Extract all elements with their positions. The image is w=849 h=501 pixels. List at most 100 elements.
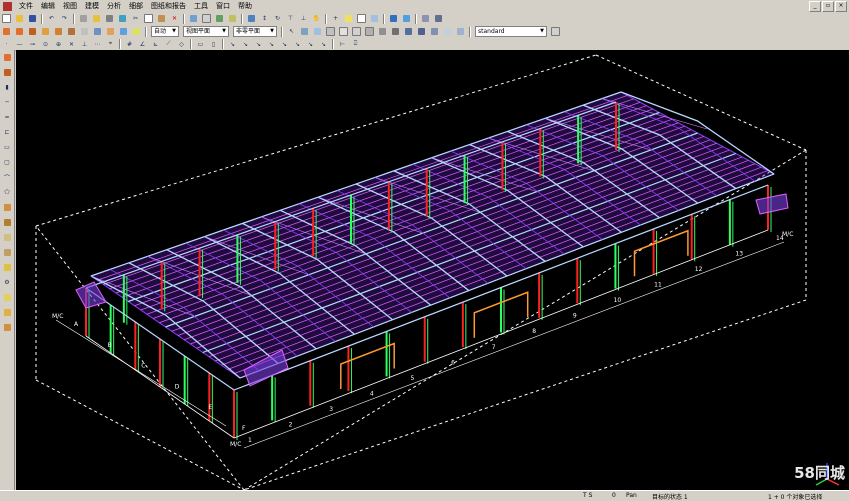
connection-icon[interactable] — [105, 26, 116, 37]
model-viewport[interactable]: A B C D E F 1 2 3 4 5 6 7 8 9 10 11 12 13 14 M/C M/C M/C — [16, 50, 849, 490]
menu-drawings-reports[interactable]: 图纸和报告 — [147, 1, 190, 11]
snap-perp-icon[interactable]: ⊥ — [79, 39, 90, 50]
snap-arrow-icon[interactable]: ↘ — [227, 39, 238, 50]
snap-geometry-icon[interactable]: ◇ — [176, 39, 187, 50]
select-all-icon[interactable]: ↖ — [286, 26, 297, 37]
menu-view[interactable]: 视图 — [59, 1, 81, 11]
snap-arrow3-icon[interactable]: ↘ — [253, 39, 264, 50]
snap-edge-icon[interactable]: ⟋ — [163, 39, 174, 50]
view-object-icon[interactable] — [1, 307, 13, 318]
snap-end-icon[interactable]: ⊸ — [27, 39, 38, 50]
select-assembly-icon[interactable] — [416, 26, 427, 37]
print-icon[interactable] — [104, 13, 115, 24]
paste-icon[interactable] — [156, 13, 167, 24]
view-clip-icon[interactable] — [1, 247, 13, 258]
menu-window[interactable]: 窗口 — [212, 1, 234, 11]
menu-analysis[interactable]: 分析 — [103, 1, 125, 11]
move-icon[interactable]: ↕ — [259, 13, 270, 24]
snap-icon[interactable]: ⊥ — [298, 13, 309, 24]
cut-icon[interactable]: ✂ — [130, 13, 141, 24]
view-wire-icon[interactable]: ▢ — [1, 157, 13, 168]
menu-detailing[interactable]: 细部 — [125, 1, 147, 11]
view-polygon-icon[interactable]: ⬠ — [1, 187, 13, 198]
select-bolt-icon[interactable] — [364, 26, 375, 37]
polybeam-icon[interactable] — [27, 26, 38, 37]
plate-icon[interactable] — [40, 26, 51, 37]
save-icon[interactable] — [27, 13, 38, 24]
numbering-icon[interactable] — [131, 26, 142, 37]
select-grid-icon[interactable] — [325, 26, 336, 37]
point-icon[interactable]: + — [330, 13, 341, 24]
view-settings-icon[interactable]: ⚙ — [1, 277, 13, 288]
view-3d-icon[interactable] — [1, 52, 13, 63]
beam-icon[interactable] — [14, 26, 25, 37]
snap-dim-icon[interactable]: ⊢ — [337, 39, 348, 50]
position-combo[interactable]: 自动 ▼ — [151, 26, 179, 37]
snap-point-icon[interactable]: · — [1, 39, 12, 50]
snap-mid-icon[interactable]: ⊕ — [53, 39, 64, 50]
view-shade-icon[interactable] — [1, 217, 13, 228]
workplane-icon[interactable] — [227, 13, 238, 24]
steel-structure-model[interactable]: ABCDEF1234567891011121314M/CM/CM/C — [16, 50, 849, 490]
bolt-icon[interactable] — [53, 26, 64, 37]
snap-arrow6-icon[interactable]: ↘ — [292, 39, 303, 50]
view-plane-combo[interactable]: 视图平面 ▼ — [183, 26, 229, 37]
view-pipe-icon[interactable]: ⊏ — [1, 127, 13, 138]
rotate-icon[interactable]: ↻ — [272, 13, 283, 24]
snap-plane-icon[interactable]: ▭ — [195, 39, 206, 50]
properties-icon[interactable] — [117, 13, 128, 24]
pan-icon[interactable]: ✋ — [311, 13, 322, 24]
open-folder-icon[interactable] — [91, 13, 102, 24]
view-model-icon[interactable] — [1, 322, 13, 333]
select-reference-icon[interactable] — [442, 26, 453, 37]
snap-grid-icon[interactable]: # — [124, 39, 135, 50]
inquire-icon[interactable] — [188, 13, 199, 24]
redo-icon[interactable]: ↷ — [59, 13, 70, 24]
report-icon[interactable] — [356, 13, 367, 24]
weld-icon[interactable] — [66, 26, 77, 37]
view-render-icon[interactable] — [1, 202, 13, 213]
menu-model[interactable]: 建模 — [81, 1, 103, 11]
restore-button[interactable]: ▫ — [822, 1, 834, 12]
snap-line-icon[interactable]: — — [14, 39, 25, 50]
view-line-icon[interactable]: ─ — [1, 97, 13, 108]
select-view-icon[interactable] — [390, 26, 401, 37]
view-component-icon[interactable] — [1, 262, 13, 273]
snap-arrow7-icon[interactable]: ↘ — [305, 39, 316, 50]
snap-ext-icon[interactable]: ⋯ — [92, 39, 103, 50]
cut-part-icon[interactable] — [79, 26, 90, 37]
snap-arrow4-icon[interactable]: ↘ — [266, 39, 277, 50]
light-icon[interactable] — [343, 13, 354, 24]
view-side-icon[interactable]: ▮ — [1, 82, 13, 93]
snap-free-icon[interactable]: ⌖ — [105, 39, 116, 50]
menu-tools[interactable]: 工具 — [190, 1, 212, 11]
select-weld-icon[interactable] — [351, 26, 362, 37]
menu-file[interactable]: 文件 — [15, 1, 37, 11]
close-button[interactable]: × — [835, 1, 847, 12]
view-plan-icon[interactable] — [1, 67, 13, 78]
snap-arrow2-icon[interactable]: ↘ — [240, 39, 251, 50]
view-icon[interactable] — [246, 13, 257, 24]
component-icon[interactable] — [118, 26, 129, 37]
settings-icon[interactable] — [420, 13, 431, 24]
snap-arrow8-icon[interactable]: ↘ — [318, 39, 329, 50]
tile-icon[interactable] — [401, 13, 412, 24]
column-icon[interactable] — [1, 26, 12, 37]
snap-ortho-icon[interactable]: ⊾ — [150, 39, 161, 50]
snap-ref-icon[interactable]: ∠ — [137, 39, 148, 50]
view-rect-icon[interactable]: ▭ — [1, 142, 13, 153]
select-filter-icon[interactable] — [455, 26, 466, 37]
grid-icon[interactable] — [214, 13, 225, 24]
plane-combo[interactable]: 非零平面 ▼ — [233, 26, 277, 37]
snap-text-icon[interactable]: ⍁ — [350, 39, 361, 50]
new-model-icon[interactable] — [1, 13, 12, 24]
window-icon[interactable] — [388, 13, 399, 24]
snap-intersect-icon[interactable]: ✕ — [66, 39, 77, 50]
model-icon[interactable] — [433, 13, 444, 24]
undo-icon[interactable]: ↶ — [46, 13, 57, 24]
minimize-button[interactable]: _ — [809, 1, 821, 12]
snap-arrow5-icon[interactable]: ↘ — [279, 39, 290, 50]
fitting-icon[interactable] — [92, 26, 103, 37]
open-icon[interactable] — [14, 13, 25, 24]
view-curve-icon[interactable]: ⌒ — [1, 172, 13, 183]
